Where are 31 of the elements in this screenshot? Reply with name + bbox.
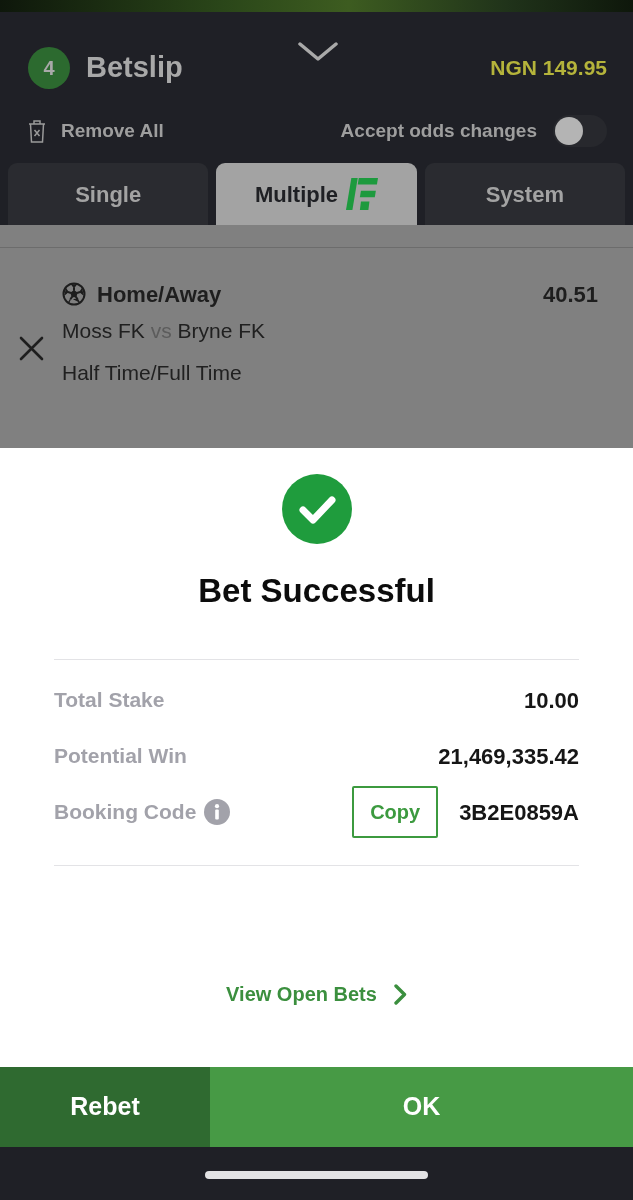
check-circle-icon [281, 474, 352, 544]
summary-label: Booking Code [54, 799, 197, 826]
booking-code: 3B2E0859A [459, 798, 579, 827]
balance-amount: NGN 149.95 [490, 55, 607, 82]
secondary-button[interactable]: Rebet [0, 1067, 210, 1147]
success-title: Bet Successful [198, 572, 435, 609]
tab[interactable]: Multiple [216, 163, 417, 225]
team-name: Moss FK [62, 319, 145, 342]
summary-label: Potential Win [54, 743, 187, 770]
odds-value: 40.51 [542, 280, 598, 309]
count-badge: 4 [28, 47, 70, 89]
soccer-ball-icon [62, 282, 86, 306]
market-name: Home/Away [97, 280, 222, 309]
tab[interactable]: Single [8, 163, 209, 225]
betslip-title: Betslip [86, 50, 183, 86]
primary-button[interactable]: OK [210, 1067, 633, 1147]
trash-icon[interactable] [28, 119, 46, 143]
summary-value: 21,469,335.42 [438, 742, 579, 771]
tab[interactable]: System [424, 163, 625, 225]
close-icon[interactable] [18, 336, 44, 361]
summary-value: 10.00 [523, 686, 579, 715]
team-name: Bryne FK [177, 319, 266, 342]
toggle-switch[interactable] [553, 115, 607, 147]
accept-odds-label: Accept odds changes [340, 118, 537, 143]
copy-button[interactable]: Copy [352, 786, 439, 838]
chevron-down-icon[interactable] [297, 42, 338, 61]
summary-label: Total Stake [54, 687, 165, 714]
view-open-bets-link[interactable]: View Open Bets [226, 979, 407, 1009]
selection-name: Half Time/Full Time [62, 361, 242, 384]
remove-all-link[interactable]: Remove All [61, 116, 164, 146]
chevron-right-icon [393, 983, 407, 1005]
